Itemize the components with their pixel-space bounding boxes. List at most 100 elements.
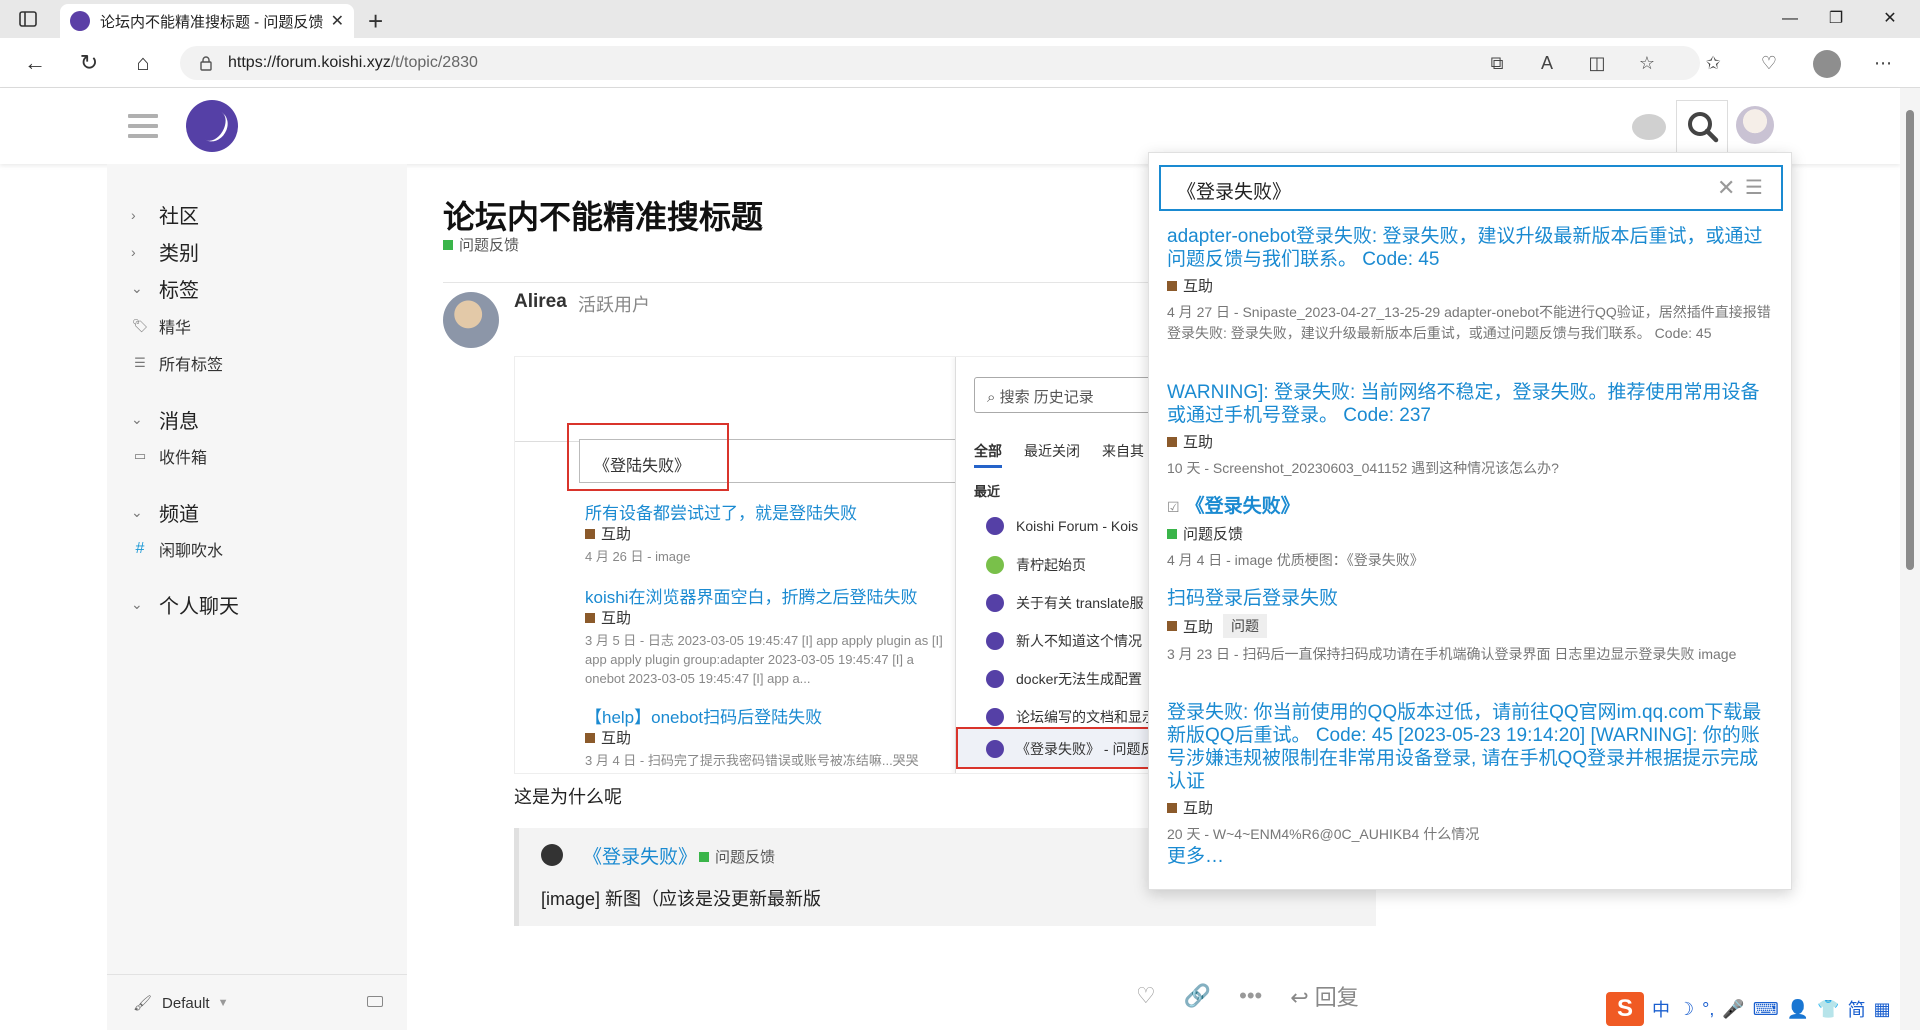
image-history-item-label: 论坛编写的文档和显示: [1016, 709, 1156, 725]
image-history-item: docker无法生成配置: [986, 669, 1142, 689]
user-avatar[interactable]: [1736, 106, 1774, 144]
split-screen-icon[interactable]: ◫: [1584, 50, 1610, 76]
favorite-star-icon[interactable]: ☆: [1634, 50, 1660, 76]
sidebar-item-inbox[interactable]: ▭ 收件箱: [131, 444, 207, 468]
share-link-icon[interactable]: 🔗: [1184, 983, 1211, 1009]
search-result-category: 互助: [1167, 797, 1777, 818]
reply-button[interactable]: ↩ 回复: [1290, 980, 1359, 1012]
sogou-logo-icon[interactable]: S: [1606, 992, 1644, 1026]
sidebar-label: 闲聊吹水: [159, 543, 224, 560]
chevron-right-icon: ›: [131, 206, 136, 223]
moon-icon[interactable]: ☽: [1678, 999, 1694, 1020]
browser-tab[interactable]: 论坛内不能精准搜标题 - 问题反馈 ✕: [60, 4, 354, 38]
keyboard-icon[interactable]: [367, 996, 383, 1007]
quote-topic-link[interactable]: 《登录失败》: [583, 842, 697, 869]
search-result[interactable]: 扫码登录后登录失败 互助 问题 3 月 23 日 - 扫码后一直保持扫码成功请在手…: [1167, 587, 1777, 665]
sidebar-section-messages[interactable]: ⌄ 消息: [131, 405, 199, 434]
search-result-title[interactable]: adapter-onebot登录失败: 登录失败，建议升级最新版本后重试，或通过…: [1167, 225, 1777, 271]
search-result-blurb: 20 天 - W~4~ENM4%R6@0C_AUHIKB4 什么情况: [1167, 826, 1480, 842]
clear-search-icon[interactable]: ✕: [1717, 175, 1735, 201]
image-history-item: 关于有关 translate服: [986, 593, 1144, 613]
image-history-item-label: docker无法生成配置: [1016, 671, 1143, 687]
home-icon[interactable]: ⌂: [128, 48, 158, 78]
tag-color-icon: [1167, 280, 1177, 291]
image-history-item-label: Koishi Forum - Kois: [1016, 518, 1139, 534]
koishi-favicon-icon: [70, 11, 90, 31]
search-result-title-text: 《登录失败》: [1185, 496, 1300, 517]
browser-essentials-icon[interactable]: ♡: [1756, 50, 1782, 76]
scrollbar-thumb[interactable]: [1906, 110, 1914, 570]
quote-category[interactable]: 问题反馈: [699, 846, 775, 867]
favorites-list-icon[interactable]: ✩: [1700, 50, 1726, 76]
sidebar-section-community[interactable]: › 社区: [131, 200, 199, 229]
hamburger-menu-icon[interactable]: [128, 114, 158, 138]
profile-avatar[interactable]: [1813, 50, 1841, 78]
search-result-blurb: 3 月 23 日 - 扫码后一直保持扫码成功请在手机端确认登录界面 日志里边显示…: [1167, 646, 1737, 662]
search-result-title[interactable]: WARNING]: 登录失败: 当前网络不稳定，登录失败。推荐使用常用设备或通过…: [1167, 381, 1777, 427]
inbox-icon: ▭: [133, 448, 147, 463]
read-aloud-icon[interactable]: A: [1534, 50, 1560, 76]
post-image[interactable]: 《登陆失败》 所有设备都尝试过了，就是登陆失败 互助 4 月 26 日 - im…: [514, 356, 1174, 774]
sidebar-label: 所有标签: [159, 357, 224, 374]
page-scrollbar[interactable]: [1900, 88, 1920, 1030]
sidebar-section-channels[interactable]: ⌄ 频道: [131, 498, 199, 527]
grid-icon[interactable]: ▦: [1874, 999, 1891, 1020]
close-window-icon[interactable]: ✕: [1860, 4, 1920, 34]
tag-color-icon: [1167, 528, 1177, 539]
sidebar-item-all-tags[interactable]: ☰ 所有标签: [131, 351, 223, 375]
more-menu-icon[interactable]: ⋯: [1870, 50, 1896, 76]
search-more-link[interactable]: 更多…: [1167, 841, 1224, 868]
restore-icon[interactable]: ❐: [1806, 4, 1866, 34]
sidebar-section-categories[interactable]: › 类别: [131, 237, 199, 266]
search-result-title[interactable]: ☑ 《登录失败》: [1167, 495, 1777, 519]
sidebar-section-personal-chat[interactable]: ⌄ 个人聊天: [131, 590, 239, 619]
ime-simplified[interactable]: 简: [1848, 996, 1866, 1022]
skin-icon[interactable]: 👕: [1817, 999, 1839, 1020]
search-result-blurb: 4 月 4 日 - image 优质梗图：《登录失败》: [1167, 552, 1424, 568]
image-history-item-label: 青柠起始页: [1016, 557, 1086, 573]
search-result-title[interactable]: 登录失败: 你当前使用的QQ版本过低，请前往QQ官网im.qq.com下载最新版…: [1167, 701, 1777, 793]
close-tab-icon[interactable]: ✕: [331, 11, 344, 31]
new-tab-icon[interactable]: +: [368, 6, 383, 37]
search-result[interactable]: ☑ 《登录失败》 问题反馈 4 月 4 日 - image 优质梗图：《登录失败》: [1167, 495, 1777, 571]
open-in-app-icon[interactable]: ⧉: [1484, 50, 1510, 76]
koishi-favicon-icon: [986, 632, 1004, 650]
lock-icon[interactable]: [198, 55, 214, 71]
image-result-title: koishi在浏览器界面空白，折腾之后登陆失败: [585, 588, 918, 607]
back-icon[interactable]: ←: [20, 48, 50, 78]
topic-category[interactable]: 问题反馈: [443, 234, 519, 255]
search-result[interactable]: 登录失败: 你当前使用的QQ版本过低，请前往QQ官网im.qq.com下载最新版…: [1167, 701, 1777, 845]
tab-actions-icon[interactable]: [18, 9, 38, 29]
search-result[interactable]: WARNING]: 登录失败: 当前网络不稳定，登录失败。推荐使用常用设备或通过…: [1167, 381, 1777, 479]
tag-icon: 🏷: [131, 318, 149, 333]
search-result-tag-secondary[interactable]: 问题: [1223, 614, 1268, 638]
theme-label: Default: [162, 994, 210, 1012]
search-result[interactable]: adapter-onebot登录失败: 登录失败，建议升级最新版本后重试，或通过…: [1167, 225, 1777, 344]
chevron-down-icon: ⌄: [131, 596, 143, 612]
more-actions-icon[interactable]: •••: [1239, 983, 1262, 1009]
user-icon[interactable]: 👤: [1787, 999, 1809, 1020]
sidebar-item-chat-channel[interactable]: # 闲聊吹水: [131, 537, 223, 561]
like-heart-icon[interactable]: ♡: [1136, 983, 1156, 1009]
search-input[interactable]: 《登录失败》: [1159, 165, 1783, 211]
keyboard-icon[interactable]: ⌨: [1753, 999, 1779, 1020]
theme-selector[interactable]: 🖌 Default ▼: [133, 994, 228, 1013]
refresh-icon[interactable]: ↻: [74, 48, 104, 78]
post-author-name[interactable]: Alirea: [514, 291, 567, 313]
sidebar-section-tags[interactable]: ⌄ 标签: [131, 274, 199, 303]
address-bar[interactable]: https://forum.koishi.xyz/t/topic/2830: [180, 46, 1700, 80]
microphone-icon[interactable]: 🎤: [1722, 999, 1744, 1020]
chat-icon[interactable]: [1632, 114, 1666, 140]
search-button[interactable]: [1676, 100, 1728, 152]
image-tab: 全部: [974, 441, 1002, 468]
page-title: 论坛内不能精准搜标题: [443, 199, 764, 235]
ime-mode[interactable]: 中: [1652, 996, 1670, 1022]
image-result-title: 【help】onebot扫码后登陆失败: [585, 708, 823, 727]
post-author-avatar[interactable]: [443, 292, 499, 348]
punctuation-icon[interactable]: °,: [1702, 999, 1714, 1020]
advanced-search-icon[interactable]: ☰: [1745, 175, 1763, 200]
site-logo[interactable]: [186, 100, 238, 152]
sidebar-item-featured[interactable]: 🏷 精华: [131, 314, 191, 338]
tag-color-icon: [585, 612, 595, 623]
search-result-title[interactable]: 扫码登录后登录失败: [1167, 587, 1777, 610]
